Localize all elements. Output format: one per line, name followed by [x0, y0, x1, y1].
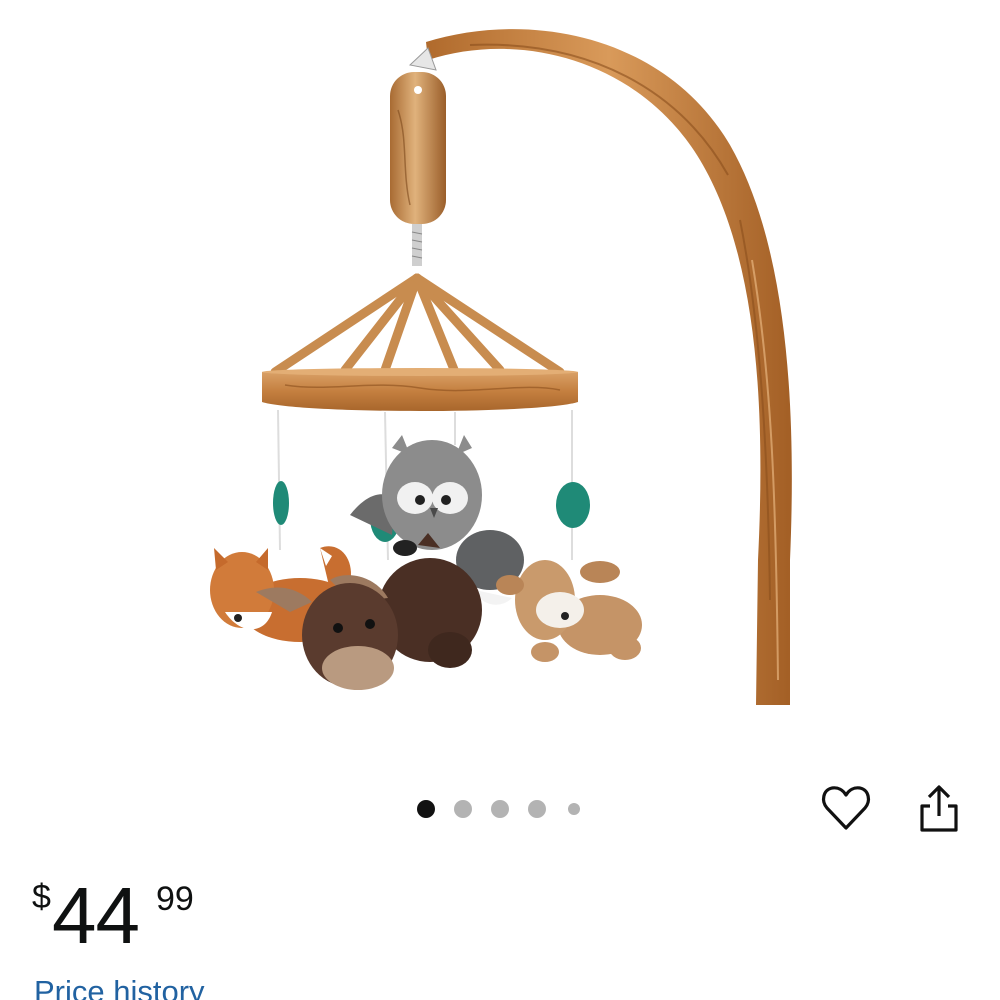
product-image[interactable]	[0, 0, 1000, 760]
share-button[interactable]	[914, 782, 964, 836]
price-fraction: 99	[156, 880, 194, 918]
heart-icon	[821, 786, 871, 830]
product-page: $ 44 99 Price history	[0, 0, 1000, 1000]
price-currency-symbol: $	[32, 878, 51, 916]
mobile-ring	[262, 372, 578, 411]
price-history-link[interactable]: Price history	[34, 972, 205, 1000]
carousel-dot[interactable]	[568, 803, 580, 815]
carousel-dot-active[interactable]	[417, 800, 435, 818]
moose-plush	[256, 533, 482, 690]
music-box	[390, 72, 446, 224]
carousel-dot[interactable]	[454, 800, 472, 818]
favorite-button[interactable]	[820, 782, 872, 834]
price-whole: 44	[52, 871, 140, 960]
carousel-dot[interactable]	[491, 800, 509, 818]
carousel-dot[interactable]	[528, 800, 546, 818]
owl-plush	[350, 435, 482, 556]
share-icon	[920, 785, 958, 832]
